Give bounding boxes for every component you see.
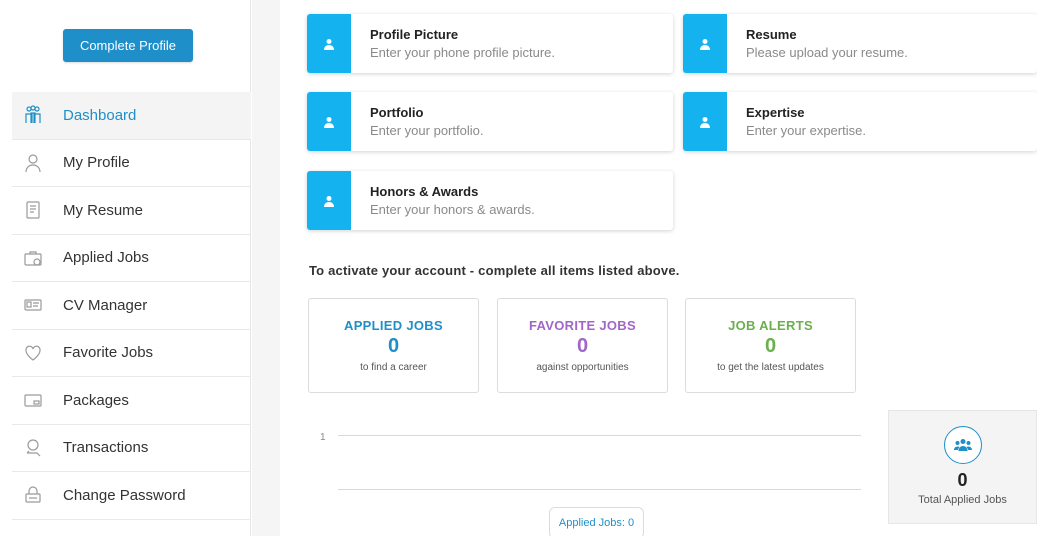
total-caption: Total Applied Jobs (918, 494, 1007, 506)
stat-caption: to find a career (360, 362, 427, 373)
stat-job-alerts[interactable]: JOB ALERTS 0 to get the latest updates (685, 298, 856, 393)
user-icon (683, 14, 727, 73)
sidebar-item-favorite-jobs[interactable]: Favorite Jobs (12, 330, 251, 377)
stat-value: 0 (764, 335, 777, 357)
profile-item-expertise[interactable]: Expertise Enter your expertise. (683, 92, 1037, 151)
sidebar-item-label: My Profile (63, 154, 130, 172)
profile-item-title: Portfolio (370, 105, 424, 120)
sidebar-item-label: Transactions (63, 439, 149, 457)
sidebar-item-cv-manager[interactable]: CV Manager (12, 282, 251, 330)
profile-item-portfolio[interactable]: Portfolio Enter your portfolio. (307, 92, 673, 151)
sidebar-menu: Dashboard My Profile My Resume Applied J… (12, 92, 251, 520)
sidebar-item-change-password[interactable]: Change Password (12, 472, 251, 520)
y-tick-label: 1 (320, 432, 326, 443)
gridline (338, 435, 861, 436)
lock-icon (22, 484, 44, 506)
sidebar-item-packages[interactable]: Packages (12, 377, 251, 425)
sidebar-item-label: Applied Jobs (63, 249, 149, 267)
sidebar-item-label: My Resume (63, 201, 144, 219)
applied-jobs-chart: 1 Applied Jobs: 0 (308, 420, 868, 536)
profile-item-profile-picture[interactable]: Profile Picture Enter your phone profile… (307, 14, 673, 73)
card-icon (22, 389, 44, 411)
sidebar-item-label: CV Manager (63, 296, 148, 314)
stat-heading: FAVORITE JOBS (529, 318, 636, 333)
sidebar-item-my-resume[interactable]: My Resume (12, 187, 251, 235)
sidebar-item-my-profile[interactable]: My Profile (12, 140, 251, 187)
sidebar: Complete Profile Dashboard My Profile My… (0, 0, 251, 536)
profile-item-resume[interactable]: Resume Please upload your resume. (683, 14, 1037, 73)
dashboard-page: Complete Profile Dashboard My Profile My… (0, 0, 1037, 536)
dashboard-icon (22, 104, 44, 126)
profile-item-title: Honors & Awards (370, 184, 479, 199)
sidebar-item-transactions[interactable]: Transactions (12, 425, 251, 472)
stat-applied-jobs[interactable]: APPLIED JOBS 0 to find a career (308, 298, 479, 393)
total-value: 0 (957, 470, 968, 490)
user-icon (307, 14, 351, 73)
briefcase-icon (22, 247, 44, 269)
document-icon (22, 199, 44, 221)
gridline (338, 489, 861, 490)
user-icon (22, 152, 44, 174)
user-icon (307, 171, 351, 230)
stat-value: 0 (387, 335, 400, 357)
complete-profile-button[interactable]: Complete Profile (63, 29, 193, 62)
user-icon (683, 92, 727, 151)
profile-item-title: Resume (746, 27, 797, 42)
stat-heading: JOB ALERTS (728, 318, 813, 333)
sidebar-item-dashboard[interactable]: Dashboard (12, 92, 251, 140)
main-content: Profile Picture Enter your phone profile… (280, 0, 1037, 536)
stat-favorite-jobs[interactable]: FAVORITE JOBS 0 against opportunities (497, 298, 668, 393)
sidebar-item-label: Change Password (63, 486, 186, 504)
stat-caption: against opportunities (536, 362, 629, 373)
chart-tooltip: Applied Jobs: 0 (549, 507, 644, 536)
stat-heading: APPLIED JOBS (344, 318, 443, 333)
sidebar-item-label: Dashboard (63, 106, 137, 124)
profile-item-subtitle: Please upload your resume. (746, 45, 908, 60)
user-icon (307, 92, 351, 151)
profile-item-honors-awards[interactable]: Honors & Awards Enter your honors & awar… (307, 171, 673, 230)
sidebar-item-label: Packages (63, 391, 129, 409)
profile-item-subtitle: Enter your portfolio. (370, 123, 484, 138)
stat-value: 0 (576, 335, 589, 357)
profile-item-title: Expertise (746, 105, 805, 120)
activate-account-message: To activate your account - complete all … (309, 263, 680, 278)
profile-item-subtitle: Enter your phone profile picture. (370, 45, 555, 60)
heart-icon (22, 342, 44, 364)
content-gutter (252, 0, 280, 536)
profile-item-subtitle: Enter your honors & awards. (370, 202, 535, 217)
profile-item-subtitle: Enter your expertise. (746, 123, 866, 138)
stat-caption: to get the latest updates (717, 362, 824, 373)
profile-item-title: Profile Picture (370, 27, 459, 42)
sidebar-item-label: Favorite Jobs (63, 344, 154, 362)
users-icon (943, 426, 982, 464)
id-card-icon (22, 294, 44, 316)
total-applied-jobs-card: 0 Total Applied Jobs (888, 410, 1037, 524)
sidebar-item-applied-jobs[interactable]: Applied Jobs (12, 235, 251, 282)
transaction-icon (22, 437, 44, 459)
